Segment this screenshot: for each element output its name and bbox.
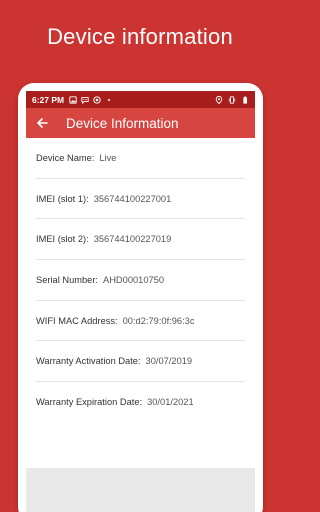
app-bar: Device Information <box>26 108 255 138</box>
message-icon <box>81 96 89 104</box>
status-time: 6:27 PM <box>32 94 65 105</box>
device-info-list: Device Name: Live IMEI (slot 1): 3567441… <box>26 138 255 468</box>
phone-frame: 6:27 PM Device Information Device Name: <box>18 83 263 512</box>
row-wifi-mac: WIFI MAC Address: 00:d2:79:0f:96:3c <box>36 301 245 342</box>
dot-icon <box>108 98 111 101</box>
battery-icon <box>243 95 247 104</box>
row-value: Live <box>99 152 117 163</box>
row-warranty-activation: Warranty Activation Date: 30/07/2019 <box>36 341 245 383</box>
image-icon <box>69 95 77 104</box>
location-icon <box>215 95 223 104</box>
arrow-left-icon <box>37 118 48 128</box>
row-value: 356744100227001 <box>93 193 172 204</box>
row-imei-slot-2: IMEI (slot 2): 356744100227019 <box>36 219 245 261</box>
row-label: WIFI MAC Address: <box>36 315 118 326</box>
promo-title: Device information <box>47 24 233 49</box>
phone-screen: 6:27 PM Device Information Device Name: <box>26 91 255 512</box>
status-bar: 6:27 PM <box>26 91 255 108</box>
row-device-name: Device Name: Live <box>36 138 245 179</box>
row-label: Device Name: <box>36 152 95 163</box>
app-bar-title: Device Information <box>66 115 179 131</box>
row-label: IMEI (slot 2): <box>36 234 89 245</box>
row-value: 30/01/2021 <box>147 397 194 408</box>
row-label: Warranty Expiration Date: <box>36 397 143 408</box>
row-serial-number: Serial Number: AHD00010750 <box>36 260 245 301</box>
row-value: 00:d2:79:0f:96:3c <box>122 315 195 326</box>
row-warranty-expiration: Warranty Expiration Date: 30/01/2021 <box>36 382 245 423</box>
row-value: AHD00010750 <box>103 274 165 285</box>
row-label: IMEI (slot 1): <box>36 193 89 204</box>
back-button[interactable] <box>36 116 50 130</box>
row-label: Serial Number: <box>36 274 99 285</box>
row-imei-slot-1: IMEI (slot 1): 356744100227001 <box>36 179 245 220</box>
row-value: 30/07/2019 <box>145 356 193 367</box>
row-label: Warranty Activation Date: <box>36 356 141 367</box>
vibrate-icon <box>228 95 236 104</box>
row-value: 356744100227019 <box>93 234 172 245</box>
chrome-icon <box>93 95 101 104</box>
